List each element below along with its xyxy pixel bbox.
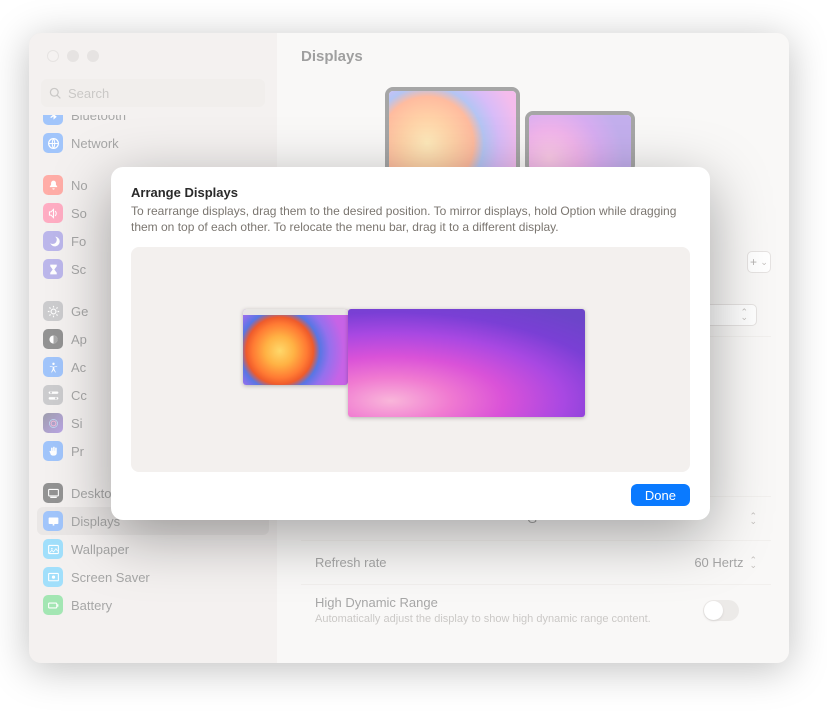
done-button[interactable]: Done (631, 484, 690, 506)
draggable-display-2[interactable] (348, 309, 585, 417)
menubar-indicator[interactable] (243, 309, 348, 315)
modal-description: To rearrange displays, drag them to the … (131, 203, 690, 235)
draggable-display-1[interactable] (243, 309, 348, 385)
arrange-displays-modal: Arrange Displays To rearrange displays, … (111, 167, 710, 520)
arrangement-arena (131, 247, 690, 472)
modal-title: Arrange Displays (131, 185, 690, 200)
